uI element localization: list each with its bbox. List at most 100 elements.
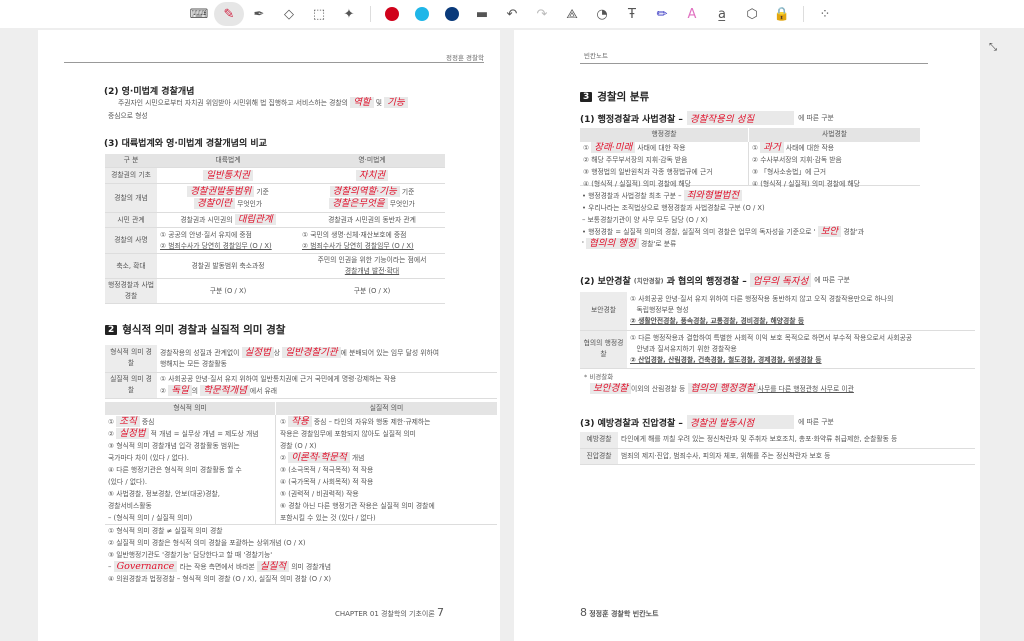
text: 에 따른 구분 <box>798 418 834 426</box>
handwritten-answer: 이론적·학문적 <box>288 452 350 463</box>
text: 국가마다 차이 (있다 / 없다). <box>108 454 189 462</box>
text: 일반통치권 <box>157 167 299 184</box>
color-swatch[interactable] <box>437 2 467 26</box>
text-style-icon[interactable]: A <box>677 2 707 26</box>
lasso-select-icon[interactable]: ⬚ <box>304 2 334 26</box>
blue-marker-icon[interactable]: ✏ <box>647 2 677 26</box>
section-heading: (3) 대륙법계와 영·미법계 경찰개념의 비교 <box>104 139 267 149</box>
text: • 행정경찰과 사법경찰 최초 구분 – <box>582 192 682 200</box>
list-item: ① 형식적 의미 경찰 ≠ 실질적 의미 경찰 <box>108 525 331 537</box>
handwritten-answer: 일반경찰기관 <box>282 346 341 358</box>
text: 형식적 의미 경찰과 실질적 의미 경찰 <box>122 324 286 336</box>
text: ③ 「형사소송법」에 근거 <box>752 168 827 176</box>
right-page: 빈칸노트 3 경찰의 분류 (1) 행정경찰과 사법경찰 – 경찰작용의 성질 에 따… <box>514 30 980 641</box>
handwritten-answer: 경찰권발동범위 <box>187 186 255 197</box>
police-type-table: 행정경찰 사법경찰 ① 장래·미래 사태에 대한 작용 ② 해당 주무부서장의 … <box>580 128 920 188</box>
list-item: – Governance 라는 작용 측면에서 바라본 실질적 의미 경찰개념 <box>108 561 331 573</box>
text: 사무를 다른 행정관청 사무로 이관 <box>757 385 854 393</box>
text: 협의의 행정경찰 <box>580 330 627 369</box>
page-footer: CHAPTER 01 경찰학의 기초이론 7 <box>335 606 444 619</box>
section-heading: 3 경찰의 분류 <box>580 89 649 104</box>
color-swatch[interactable] <box>407 2 437 26</box>
text: ① 사회공공 안녕·질서 유지 위하여 일반통치권에 근거 국민에게 명령·강제… <box>157 372 497 399</box>
text: 경찰의역할·기능 기준 경찰은무엇을 무엇인가 <box>299 183 445 213</box>
handwritten-answer: 자치권 <box>355 169 389 181</box>
list-item: 경찰서비스활동 <box>108 500 258 512</box>
text: ① 형식적 의미 경찰 ≠ 실질적 의미 경찰 <box>108 527 223 535</box>
text: 2 <box>105 324 118 335</box>
section-heading: (1) 행정경찰과 사법경찰 – 경찰작용의 성질 에 따른 구분 <box>580 111 834 125</box>
text: ③ 일반행정기관도 '경찰기능' 담당한다고 할 때 '경찰기능' <box>108 551 273 559</box>
pen-icon[interactable]: ✎ <box>214 2 244 26</box>
lock-icon[interactable]: 🔒 <box>767 2 797 26</box>
undo-icon[interactable]: ↶ <box>497 2 527 26</box>
text: 축소, 확대 <box>105 253 157 279</box>
handwritten-answer: 협의의 행정경찰 <box>687 383 758 394</box>
line-thickness-icon[interactable]: ▬ <box>467 2 497 26</box>
text: 경찰권과 시민권의 대립관계 <box>157 212 299 228</box>
text: 에서 유래 <box>249 386 278 395</box>
more-grid-icon[interactable]: ⁘ <box>810 2 840 26</box>
text-pen-icon[interactable]: Ŧ <box>617 2 647 26</box>
ai-sparkle-icon[interactable]: ✦ <box>334 2 364 26</box>
text: ① 사회공공 안녕·질서 유지 위하여 다른 행정작용 동반하지 않고 오직 경… <box>630 295 894 304</box>
text: 경찰작용의 성질과 관계없이 실정법 상 일반경찰기관 에 분배되어 있는 임무 달… <box>157 345 497 373</box>
text: ⑥ 경찰 아닌 다른 행정기관 작용은 실질적 의미 경찰에 <box>280 502 435 510</box>
list-item: 경찰 (O / X) <box>280 440 435 452</box>
list-item: • 행정경찰 = 실질적 의미의 경찰, 실질적 의미 경찰은 업무의 독자성을… <box>582 226 864 238</box>
handwritten-answer: 학문적개념 <box>200 384 250 396</box>
text: ③ 행정법의 일반원칙과 각종 행정법규에 근거 <box>583 168 713 176</box>
text: ① 다른 행정작용과 결합하여 특별한 사회적 이익 보호 목적으로 하면서 부… <box>627 330 975 369</box>
list-item: ① 조직 중심 <box>108 416 258 428</box>
column-header: 구 분 <box>105 154 157 168</box>
list-item: • 우리나라는 조직법상으로 행정경찰과 사법경찰로 구분 (O / X) <box>582 202 864 214</box>
text: ② 수사부서장의 지휘·감독 받음 <box>752 156 842 164</box>
keyboard-icon[interactable]: ⌨ <box>184 2 214 26</box>
text: 의미 경찰개념 <box>291 563 331 571</box>
text: 경찰의 분류 <box>597 91 650 103</box>
text: ⑤ (권력적 / 비권력적) 작용 <box>280 490 359 498</box>
list-item: ② 수사부서장의 지휘·감독 받음 <box>752 154 860 166</box>
text: 행정경찰과 사법경찰 <box>105 278 157 304</box>
handwritten-answer: 조직 <box>116 416 140 427</box>
note-text: 보안경찰 이외의 산림경찰 등 협의의 행정경찰 사무를 다른 행정관청 사무로 이… <box>590 383 854 395</box>
text: ① 사회공공 안녕·질서 유지 위하여 다른 행정작용 동반하지 않고 오직 경… <box>627 292 975 331</box>
text: 에 따른 구분 <box>814 276 850 284</box>
prevention-table: 예방경찰 타인에게 해를 끼칠 우려 있는 정신착란자 및 주취자 보호조치, 총… <box>580 432 975 465</box>
text: 의 <box>191 386 199 395</box>
shapes-icon[interactable]: ⬡ <box>737 2 767 26</box>
column-header: 행정경찰 <box>580 128 748 142</box>
text: ② 범죄수사가 당연히 경찰임무 (O / X) <box>160 241 272 250</box>
list-item: ④ (형식적 / 실질적) 의미 경찰에 해당 <box>752 178 860 190</box>
text: 에 따른 구분 <box>798 114 834 122</box>
list-item: ③ 행정법의 일반원칙과 각종 행정법규에 근거 <box>583 166 712 178</box>
text: ④ (형식적 / 실질적) 의미 경찰에 해당 <box>752 180 860 188</box>
timer-pen-icon[interactable]: ◔ <box>587 2 617 26</box>
column-header: 사법경찰 <box>749 128 920 142</box>
text: 구분 (O / X) <box>157 278 299 304</box>
text: 이외의 산림경찰 등 <box>630 385 686 393</box>
handwritten-answer: 과거 <box>760 142 784 153</box>
text-convert-icon[interactable]: a̲ <box>707 2 737 26</box>
text: ② 생활안전경찰, 풍속경찰, 교통경찰, 경비경찰, 해양경찰 등 <box>630 317 805 326</box>
section-heading: (3) 예방경찰과 진압경찰 – 경찰권 발동시점 에 따른 구분 <box>580 415 834 429</box>
handwritten-answer: 보안 <box>817 226 842 237</box>
list-item: 포함시킬 수 있는 것 (있다 / 없다) <box>280 512 435 524</box>
color-swatch[interactable] <box>377 2 407 26</box>
highlighter-icon[interactable]: ✒ <box>244 2 274 26</box>
handwritten-answer: 경찰은무엇을 <box>329 198 388 209</box>
redo-icon[interactable]: ↷ <box>527 2 557 26</box>
list-item: 국가마다 차이 (있다 / 없다). <box>108 452 258 464</box>
paragraph: 주권자인 시민으로부터 자치권 위임받아 시민위해 법 집행하고 서비스하는 경… <box>118 97 408 109</box>
text: ② <box>160 386 167 395</box>
handwritten-answer: 경찰작용의 성질 <box>686 111 795 125</box>
text: ② 산업경찰, 산림경찰, 건축경찰, 철도경찰, 경제경찰, 위생경찰 등 <box>630 355 822 364</box>
eraser-icon[interactable]: ◇ <box>274 2 304 26</box>
collapse-icon[interactable]: ⤡ <box>985 42 1001 58</box>
color-dot <box>415 7 429 21</box>
text: 7 <box>437 606 444 619</box>
shape-recognize-icon[interactable]: ⟁ <box>557 2 587 26</box>
text: 경찰의 개념 <box>105 183 157 213</box>
text: 경찰권의 기초 <box>105 167 157 184</box>
text: 주민의 인권을 위한 기능이라는 점에서 <box>317 256 427 264</box>
